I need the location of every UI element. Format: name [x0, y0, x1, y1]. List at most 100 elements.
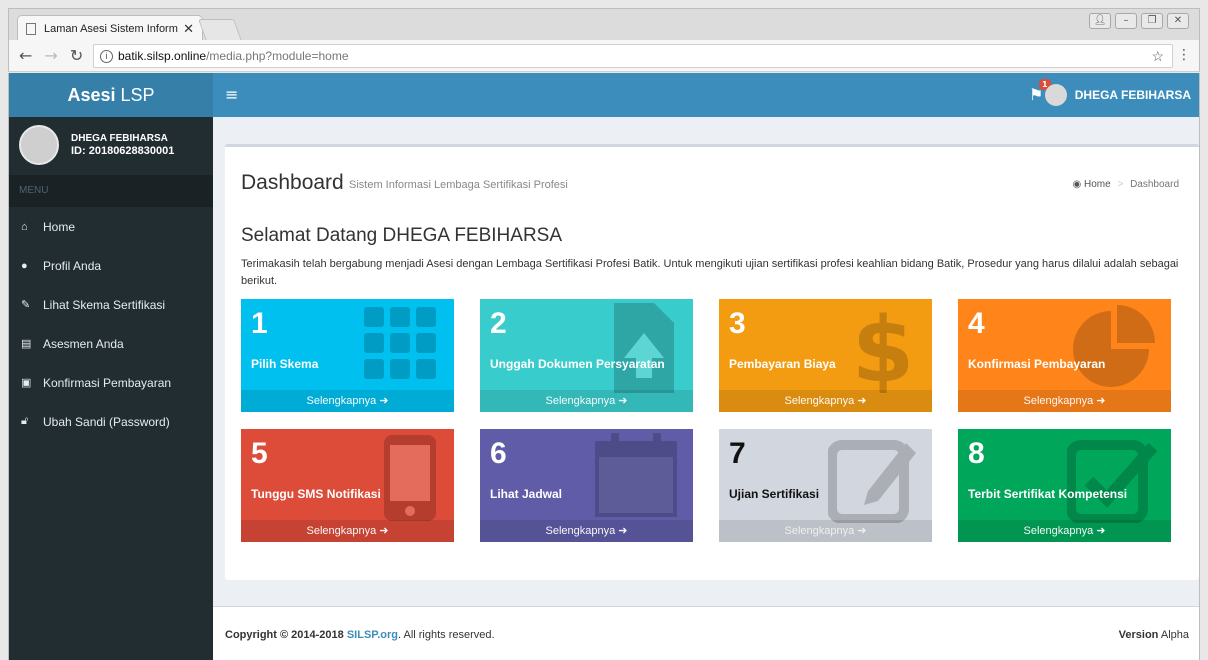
browser-menu-icon[interactable]: ⋮ [1177, 47, 1191, 63]
browser-window: Laman Asesi Sistem Inform ✕ 👤︎ – ❐ ✕ ← →… [0, 0, 1208, 660]
step-more-link[interactable]: Selengkapnya ➜ [719, 520, 932, 542]
site-link[interactable]: SILSP.org [347, 629, 398, 641]
user-panel: DHEGA FEBIHARSA ID: 20180628830001 [9, 117, 213, 175]
page-title: Dashboard [241, 171, 344, 194]
sidebar: DHEGA FEBIHARSA ID: 20180628830001 MENU … [9, 117, 213, 660]
bookmark-star-icon[interactable]: ☆ [1151, 48, 1164, 65]
step-more-link[interactable]: Selengkapnya ➜ [480, 520, 693, 542]
page-subtitle: Sistem Informasi Lembaga Sertifikasi Pro… [349, 179, 568, 191]
close-window-button[interactable]: ✕ [1167, 13, 1189, 29]
th-icon [364, 307, 436, 379]
sidebar-item-konfirmasi[interactable]: ▣ Konfirmasi Pembayaran [9, 363, 213, 402]
url-input[interactable]: i batik.silsp.online/media.php?module=ho… [93, 44, 1173, 68]
step-label: Lihat Jadwal [490, 487, 563, 501]
step-number: 6 [490, 437, 507, 470]
step-number: 3 [729, 307, 746, 340]
arrow-circle-right-icon: ➜ [618, 525, 628, 537]
user-icon: ● [21, 259, 28, 272]
menu-header: MENU [9, 175, 213, 207]
step-label: Ujian Sertifikasi [729, 487, 820, 501]
arrow-circle-right-icon: ➜ [618, 395, 628, 407]
home-icon: ⌂ [21, 220, 28, 233]
maximize-button[interactable]: ❐ [1141, 13, 1163, 29]
step-box-1: 1 Pilih Skema Selengkapnya ➜ [241, 299, 454, 412]
welcome-heading: Selamat Datang DHEGA FEBIHARSA [241, 225, 563, 246]
back-icon[interactable]: ← [19, 46, 32, 65]
page-viewport: Asesi LSP ≡ ⚑ 1 DHEGA FEBIHARSA DHEGA FEB… [8, 73, 1200, 660]
edit-icon: ✎ [21, 299, 31, 311]
edit-square-icon [828, 440, 916, 523]
new-tab-button[interactable] [197, 19, 243, 41]
svg-text:$: $ [852, 303, 915, 393]
step-more-link[interactable]: Selengkapnya ➜ [241, 520, 454, 542]
copyright: Copyright © 2014-2018 SILSP.org. All rig… [225, 629, 495, 641]
arrow-circle-right-icon: ➜ [1096, 395, 1106, 407]
tab-title: Laman Asesi Sistem Inform [44, 22, 178, 35]
breadcrumb-home[interactable]: Home [1084, 179, 1111, 190]
step-number: 7 [729, 437, 746, 470]
user-menu[interactable]: DHEGA FEBIHARSA [1044, 84, 1191, 106]
step-number: 5 [251, 437, 268, 470]
minimize-button[interactable]: – [1115, 13, 1137, 29]
sidebar-user-name: DHEGA FEBIHARSA [71, 133, 168, 144]
step-number: 4 [968, 307, 985, 340]
arrow-circle-right-icon: ➜ [1096, 525, 1106, 537]
step-number: 2 [490, 307, 507, 340]
close-tab-icon[interactable]: ✕ [183, 21, 194, 37]
step-more-link[interactable]: Selengkapnya ➜ [241, 390, 454, 412]
forward-icon[interactable]: → [44, 46, 57, 65]
step-more-link[interactable]: Selengkapnya ➜ [958, 520, 1171, 542]
url-path: /media.php?module=home [206, 49, 349, 63]
step-label: Pembayaran Biaya [729, 357, 836, 371]
breadcrumb: ◉ Home > Dashboard [1072, 179, 1179, 190]
sidebar-avatar [19, 125, 59, 165]
step-box-3: $ 3 Pembayaran Biaya Selengkapnya ➜ [719, 299, 932, 412]
mobile-icon [384, 435, 436, 521]
step-box-8: 8 Terbit Sertifikat Kompetensi Selengkap… [958, 429, 1171, 542]
dollar-icon: $ [852, 303, 915, 393]
lock-icon: 🔓︎ [21, 415, 29, 427]
step-more-link[interactable]: Selengkapnya ➜ [719, 390, 932, 412]
user-name: DHEGA FEBIHARSA [1074, 88, 1191, 102]
step-label: Konfirmasi Pembayaran [968, 357, 1106, 371]
sidebar-item-asesmen[interactable]: ▤ Asesmen Anda [9, 324, 213, 363]
upload-file-icon [614, 303, 674, 393]
calendar-icon [595, 433, 677, 517]
sidebar-item-home[interactable]: ⌂ Home [9, 207, 213, 246]
arrow-circle-right-icon: ➜ [857, 525, 867, 537]
step-label: Pilih Skema [251, 357, 319, 371]
page-footer: Copyright © 2014-2018 SILSP.org. All rig… [213, 606, 1199, 660]
address-bar: ← → ↻ i batik.silsp.online/media.php?mod… [8, 40, 1200, 72]
sidebar-item-password[interactable]: 🔓︎ Ubah Sandi (Password) [9, 402, 213, 441]
brand-logo[interactable]: Asesi LSP [9, 73, 213, 117]
step-more-link[interactable]: Selengkapnya ➜ [480, 390, 693, 412]
arrow-circle-right-icon: ➜ [379, 395, 389, 407]
step-label: Tunggu SMS Notifikasi [251, 487, 381, 501]
sidebar-item-profil[interactable]: ● Profil Anda [9, 246, 213, 285]
sidebar-toggle-icon[interactable]: ≡ [225, 85, 238, 104]
page-icon [26, 22, 36, 35]
version-info: Version Alpha [1118, 629, 1189, 641]
browser-tab[interactable]: Laman Asesi Sistem Inform ✕ [17, 15, 203, 41]
info-icon[interactable]: i [100, 49, 113, 63]
step-box-4: 4 Konfirmasi Pembayaran Selengkapnya ➜ [958, 299, 1171, 412]
step-label: Unggah Dokumen Persyaratan [490, 357, 665, 371]
pie-chart-icon [1073, 305, 1155, 387]
sidebar-item-skema[interactable]: ✎ Lihat Skema Sertifikasi [9, 285, 213, 324]
window-controls: 👤︎ – ❐ ✕ [1089, 13, 1189, 29]
arrow-circle-right-icon: ➜ [379, 525, 389, 537]
profile-icon[interactable]: 👤︎ [1089, 13, 1111, 29]
step-box-5: 5 Tunggu SMS Notifikasi Selengkapnya ➜ [241, 429, 454, 542]
intro-text: Terimakasih telah bergabung menjadi Ases… [241, 258, 1179, 287]
step-more-link[interactable]: Selengkapnya ➜ [958, 390, 1171, 412]
money-icon: ▣ [21, 377, 32, 389]
step-number: 1 [251, 307, 268, 340]
content-box: Dashboard Sistem Informasi Lembaga Serti… [225, 144, 1199, 580]
sidebar-menu: ⌂ Home ● Profil Anda ✎ Lihat Skema Sertifik… [9, 207, 213, 441]
url-host: batik.silsp.online [118, 49, 207, 63]
step-box-2: 2 Unggah Dokumen Persyaratan Selengkapny… [480, 299, 693, 412]
step-box-6: 6 Lihat Jadwal Selengkapnya ➜ [480, 429, 693, 542]
sidebar-user-id: ID: 20180628830001 [71, 145, 175, 157]
reload-icon[interactable]: ↻ [70, 46, 83, 65]
notifications-flag-icon[interactable]: ⚑ 1 [1029, 79, 1051, 104]
